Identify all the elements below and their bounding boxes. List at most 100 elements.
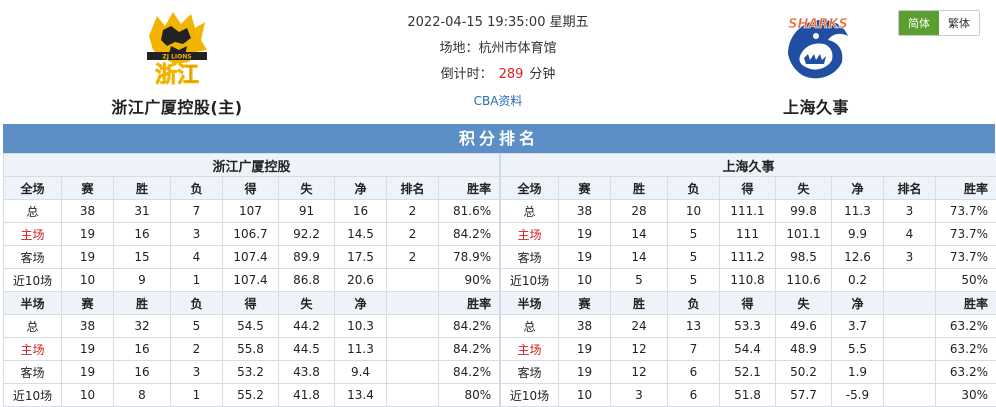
table-cell: 3 — [170, 360, 223, 384]
table-cell: 5 — [667, 268, 720, 292]
table-cell: 73.7% — [935, 222, 996, 246]
table-cell: 6 — [667, 383, 720, 407]
column-header: 负 — [170, 176, 223, 200]
table-cell: 73.7% — [935, 245, 996, 269]
table-cell: 110.6 — [775, 268, 832, 292]
table-cell — [386, 360, 439, 384]
row-label: 近10场 — [500, 383, 559, 407]
column-header: 失 — [278, 176, 335, 200]
lang-traditional-button[interactable]: 繁体 — [939, 11, 979, 35]
table-row: 总 38 24 13 53.3 49.6 3.7 63.2% — [500, 314, 996, 338]
table-cell: 55.8 — [222, 337, 279, 361]
table-cell: 90% — [437, 268, 501, 292]
table-row: 主场 19 16 3 106.7 92.2 14.5 2 84.2% — [3, 222, 501, 246]
table-cell: 7 — [667, 337, 720, 361]
table-cell: 12 — [610, 337, 668, 361]
table-cell: 5.5 — [831, 337, 884, 361]
table-cell: 9.9 — [831, 222, 884, 246]
table-cell: 17.5 — [334, 245, 387, 269]
table-cell: -5.9 — [831, 383, 884, 407]
table-row: 近10场 10 8 1 55.2 41.8 13.4 80% — [3, 383, 501, 407]
match-datetime: 2022-04-15 19:35:00 星期五 — [407, 15, 589, 30]
table-cell: 24 — [610, 314, 668, 338]
table-row: 客场 19 12 6 52.1 50.2 1.9 63.2% — [500, 360, 996, 384]
table-cell — [883, 337, 936, 361]
home-standings: 浙江广厦控股 全场赛胜负得失净排名 胜率总 38 31 7 107 91 16 2 81.6% 主场… — [2, 153, 501, 407]
table-cell: 38 — [558, 199, 611, 223]
table-cell: 2 — [386, 222, 439, 246]
away-team-name[interactable]: 上海久事 — [701, 94, 931, 118]
column-header: 胜 — [610, 176, 668, 200]
table-cell: 10 — [667, 199, 720, 223]
zhejiang-lions-logo-icon[interactable]: ZJ LIONS 浙江 — [135, 6, 219, 88]
table-cell: 98.5 — [775, 245, 832, 269]
table-row: 主场 19 12 7 54.4 48.9 5.5 63.2% — [500, 337, 996, 361]
row-label: 主场 — [500, 337, 559, 361]
away-standings: 上海久事 全场赛胜负得失净排名 胜率总 38 28 10 111.1 99.8 11.3 3 73… — [499, 153, 996, 407]
table-cell: 50.2 — [775, 360, 832, 384]
cba-info-link[interactable]: CBA资料 — [474, 94, 523, 108]
table-cell: 16 — [113, 222, 171, 246]
table-cell: 43.8 — [278, 360, 335, 384]
table-cell: 2 — [170, 337, 223, 361]
column-header: 得 — [719, 176, 776, 200]
away-team-block[interactable]: SHARKS 上海久事 — [701, 6, 931, 118]
table-cell: 4 — [883, 222, 936, 246]
table-cell: 13 — [667, 314, 720, 338]
table-row: 总 38 31 7 107 91 16 2 81.6% — [3, 199, 501, 223]
row-label: 近10场 — [3, 383, 62, 407]
column-header — [883, 291, 936, 315]
column-header: 胜率 — [935, 291, 996, 315]
shanghai-sharks-logo-icon[interactable]: SHARKS — [774, 6, 858, 86]
column-header: 胜 — [610, 291, 668, 315]
away-team-header: 上海久事 — [500, 153, 996, 177]
table-cell: 14 — [610, 245, 668, 269]
table-cell: 12.6 — [831, 245, 884, 269]
table-cell — [386, 337, 439, 361]
row-label: 总 — [500, 314, 559, 338]
column-header: 得 — [222, 176, 279, 200]
column-header: 净 — [831, 291, 884, 315]
table-cell: 107.4 — [222, 245, 279, 269]
table-cell: 3.7 — [831, 314, 884, 338]
match-header: ZJ LIONS 浙江 浙江广厦控股(主) 2022-04-15 19:35:0… — [0, 0, 996, 124]
home-standings-table: 浙江广厦控股 全场赛胜负得失净排名 胜率总 38 31 7 107 91 16 2 81.6% 主场… — [2, 153, 501, 407]
table-cell — [883, 268, 936, 292]
row-label: 客场 — [3, 360, 62, 384]
table-cell: 19 — [61, 222, 114, 246]
table-cell: 52.1 — [719, 360, 776, 384]
row-label: 近10场 — [3, 268, 62, 292]
away-full-header-row: 全场赛胜负得失净排名 胜率 — [500, 176, 996, 200]
table-row: 总 38 28 10 111.1 99.8 11.3 3 73.7% — [500, 199, 996, 223]
table-cell: 3 — [883, 245, 936, 269]
column-header: 负 — [667, 291, 720, 315]
row-label: 总 — [3, 314, 62, 338]
home-team-block[interactable]: ZJ LIONS 浙江 浙江广厦控股(主) — [62, 6, 292, 118]
table-cell: 63.2% — [935, 337, 996, 361]
table-cell: 1.9 — [831, 360, 884, 384]
column-header: 失 — [278, 291, 335, 315]
table-cell: 107.4 — [222, 268, 279, 292]
table-row: 客场 19 16 3 53.2 43.8 9.4 84.2% — [3, 360, 501, 384]
home-team-name[interactable]: 浙江广厦控股(主) — [62, 94, 292, 118]
svg-text:浙江: 浙江 — [155, 63, 199, 86]
table-cell: 2 — [386, 245, 439, 269]
table-cell: 110.8 — [719, 268, 776, 292]
lang-simplified-button[interactable]: 简体 — [899, 11, 939, 35]
table-cell: 19 — [558, 360, 611, 384]
table-cell: 14.5 — [334, 222, 387, 246]
table-cell: 11.3 — [334, 337, 387, 361]
table-cell: 2 — [386, 199, 439, 223]
table-cell: 8 — [113, 383, 171, 407]
column-header: 排名 — [386, 176, 439, 200]
home-full-header-row: 全场赛胜负得失净排名 胜率 — [3, 176, 501, 200]
table-cell: 63.2% — [935, 314, 996, 338]
table-row: 主场 19 14 5 111 101.1 9.9 4 73.7% — [500, 222, 996, 246]
table-cell: 19 — [61, 360, 114, 384]
table-cell: 38 — [558, 314, 611, 338]
row-label: 总 — [3, 199, 62, 223]
column-header — [386, 291, 439, 315]
table-cell: 1 — [170, 383, 223, 407]
table-cell: 16 — [113, 337, 171, 361]
table-row: 近10场 10 5 5 110.8 110.6 0.2 50% — [500, 268, 996, 292]
